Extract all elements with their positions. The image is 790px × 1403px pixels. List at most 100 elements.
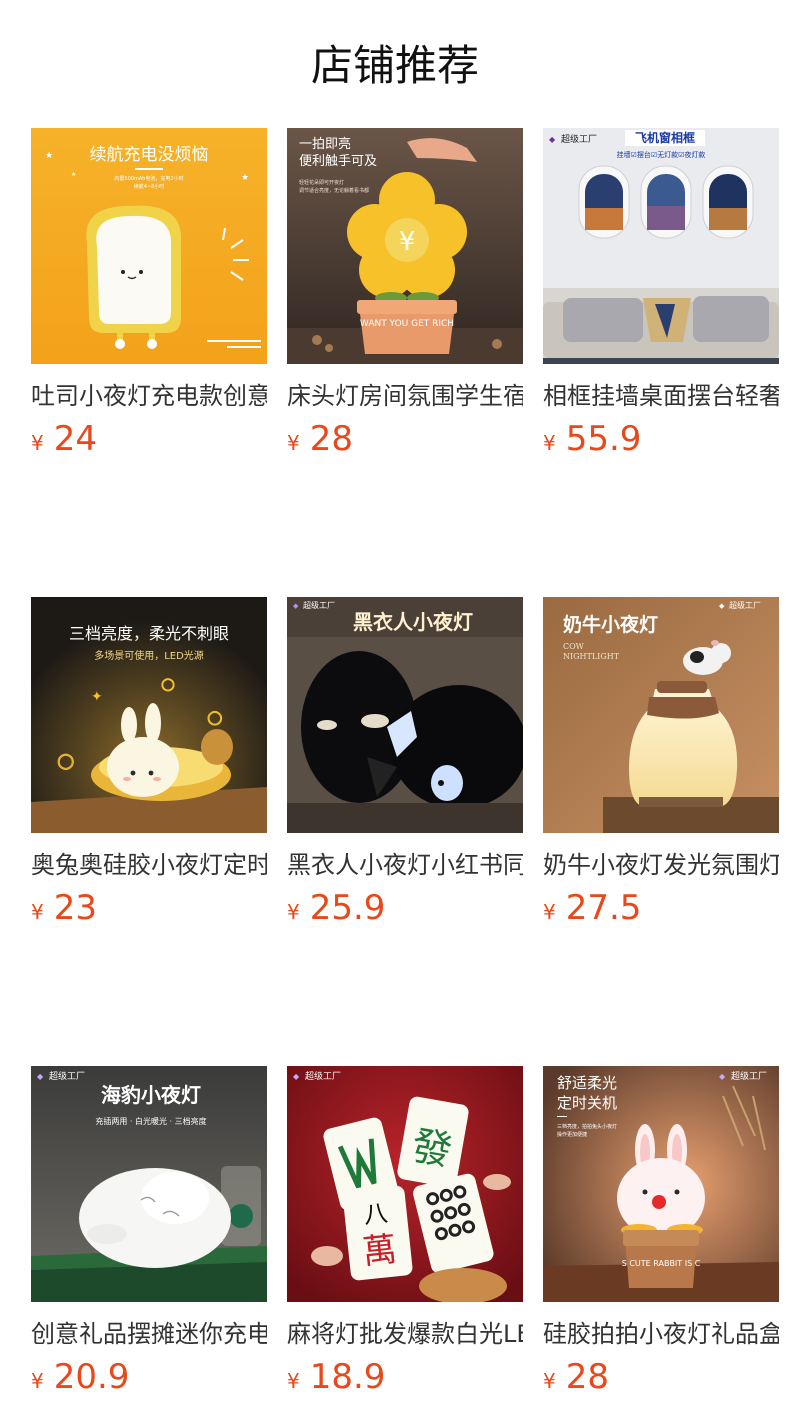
tile-text: 發 <box>408 1123 455 1175</box>
image-subtext: 内置500mAh电池，充电2小时 <box>114 175 183 182</box>
image-headline: 三档亮度，柔光不刺眼 <box>69 624 229 643</box>
image-headline: 黑衣人小夜灯 <box>353 610 473 634</box>
svg-text:○: ○ <box>207 707 223 728</box>
currency-symbol: ¥ <box>543 431 556 455</box>
image-subtext: 操作更加便捷 <box>557 1131 587 1138</box>
product-name[interactable]: 床头灯房间氛围学生宿舍 <box>287 381 523 411</box>
tile-text: 萬 <box>361 1229 399 1272</box>
product-image[interactable]: ◆ 超级工厂 發 八 萬 <box>287 1066 523 1302</box>
image-symbol: ¥ <box>399 227 416 257</box>
product-image[interactable]: ◆ 超级工厂 奶牛小夜灯 COW NIGHTLIGHT <box>543 597 779 833</box>
image-headline: 续航充电没烦恼 <box>90 145 209 165</box>
gem-icon: ◆ <box>293 602 299 610</box>
product-price: ¥28 <box>543 1357 779 1403</box>
gem-icon: ◆ <box>719 1072 726 1081</box>
tile-text: 八 <box>362 1199 389 1229</box>
product-image[interactable]: 三档亮度，柔光不刺眼 多场景可使用，LED光源 ✦ ○ ○ ○ <box>31 597 267 833</box>
brand-label: 超级工厂 <box>303 600 335 610</box>
currency-symbol: ¥ <box>31 431 44 455</box>
product-price: ¥28 <box>287 419 523 465</box>
product-name[interactable]: 奶牛小夜灯发光氛围灯 <box>543 850 779 880</box>
price-value: 20.9 <box>53 1357 130 1397</box>
product-grid: 续航充电没烦恼 内置500mAh电池，充电2小时 续航4~8小时 ★ ★ ★ 吐… <box>31 128 779 1403</box>
price-value: 55.9 <box>565 419 642 459</box>
product-name[interactable]: 相框挂墙桌面摆台轻奢 <box>543 381 779 411</box>
product-image[interactable]: ◆ 超级工厂 黑衣人小夜灯 <box>287 597 523 833</box>
svg-text:○: ○ <box>161 674 175 693</box>
price-value: 27.5 <box>565 888 642 928</box>
product-card[interactable]: ◆ 超级工厂 飞机窗相框 挂墙☑摆台☑无灯款☑夜灯款 相框挂墙桌面摆台轻奢 ¥ … <box>543 128 779 465</box>
image-subtext: 调节适合亮度，无论躺着看书都 <box>299 187 369 194</box>
currency-symbol: ¥ <box>543 900 556 924</box>
image-subtext: 续航4~8小时 <box>134 183 165 190</box>
image-headline: 奶牛小夜灯 <box>563 613 658 636</box>
image-text: 舒适柔光 <box>557 1074 617 1092</box>
image-text: WANT YOU GET RICH <box>360 319 454 329</box>
product-price: ¥24 <box>31 419 267 465</box>
gem-icon: ◆ <box>549 135 556 144</box>
product-price: ¥27.5 <box>543 888 779 934</box>
product-card[interactable]: ◆ 超级工厂 舒适柔光 定时关机 三档亮度，拍拍兔头小夜灯 操作更加便捷 S C… <box>543 1066 779 1403</box>
product-card[interactable]: ◆ 超级工厂 海豹小夜灯 充插两用 · 白光暖光 · 三档亮度 创意礼品摆摊迷你… <box>31 1066 267 1403</box>
image-subtext: 挂墙☑摆台☑无灯款☑夜灯款 <box>617 150 706 159</box>
image-subtext: COW <box>563 642 585 651</box>
price-value: 28 <box>565 1357 609 1397</box>
brand-label: 超级工厂 <box>731 1070 767 1082</box>
product-card[interactable]: 三档亮度，柔光不刺眼 多场景可使用，LED光源 ✦ ○ ○ ○ 奥兔奥硅胶小夜灯… <box>31 597 267 934</box>
price-value: 28 <box>309 419 353 459</box>
product-price: ¥25.9 <box>287 888 523 934</box>
svg-text:★: ★ <box>71 171 76 178</box>
currency-symbol: ¥ <box>287 900 300 924</box>
product-name[interactable]: 黑衣人小夜灯小红书同款 <box>287 850 523 880</box>
currency-symbol: ¥ <box>543 1369 556 1393</box>
product-price: ¥23 <box>31 888 267 934</box>
product-image[interactable]: 一拍即亮 便利触手可及 轻轻花朵即可开夜灯 调节适合亮度，无论躺着看书都 ¥ W… <box>287 128 523 364</box>
image-subtext: 充插两用 · 白光暖光 · 三档亮度 <box>95 1116 206 1126</box>
currency-symbol: ¥ <box>287 1369 300 1393</box>
product-card[interactable]: 续航充电没烦恼 内置500mAh电池，充电2小时 续航4~8小时 ★ ★ ★ 吐… <box>31 128 267 465</box>
product-card[interactable]: 一拍即亮 便利触手可及 轻轻花朵即可开夜灯 调节适合亮度，无论躺着看书都 ¥ W… <box>287 128 523 465</box>
currency-symbol: ¥ <box>31 1369 44 1393</box>
section-title: 店铺推荐 <box>310 41 479 90</box>
product-name[interactable]: 硅胶拍拍小夜灯礼品盒 <box>543 1319 779 1349</box>
image-subtext: 多场景可使用，LED光源 <box>94 649 204 662</box>
svg-text:✦: ✦ <box>91 689 103 705</box>
product-card[interactable]: ◆ 超级工厂 發 八 萬 麻将灯批发爆款白光L ¥ 18.9 <box>287 1066 523 1403</box>
price-value: 18.9 <box>309 1357 386 1397</box>
product-price: ¥55.9 <box>543 419 779 465</box>
gem-icon: ◆ <box>37 1072 44 1081</box>
product-card[interactable]: ◆ 超级工厂 黑衣人小夜灯 黑衣人小夜灯小红书同款 ¥25.9 <box>287 597 523 934</box>
image-headline: 海豹小夜灯 <box>101 1083 201 1107</box>
brand-label: 超级工厂 <box>49 1070 85 1082</box>
currency-symbol: ¥ <box>31 900 44 924</box>
product-name[interactable]: 吐司小夜灯充电款创意 <box>31 381 267 411</box>
gem-icon: ◆ <box>719 602 725 610</box>
product-name[interactable]: 奥兔奥硅胶小夜灯定时 <box>31 850 267 880</box>
product-image[interactable]: ◆ 超级工厂 飞机窗相框 挂墙☑摆台☑无灯款☑夜灯款 <box>543 128 779 364</box>
brand-label: 超级工厂 <box>305 1070 341 1082</box>
brand-label: 超级工厂 <box>729 600 761 610</box>
svg-text:★: ★ <box>241 173 249 183</box>
product-price: ¥20.9 <box>31 1357 267 1403</box>
image-subtext: NIGHTLIGHT <box>563 652 620 661</box>
image-subtext: 轻轻花朵即可开夜灯 <box>299 179 344 186</box>
image-title: 飞机窗相框 <box>635 130 695 145</box>
product-card[interactable]: ◆ 超级工厂 奶牛小夜灯 COW NIGHTLIGHT 奶牛小夜灯发光氛围灯 ¥… <box>543 597 779 934</box>
product-image[interactable]: ◆ 超级工厂 海豹小夜灯 充插两用 · 白光暖光 · 三档亮度 <box>31 1066 267 1302</box>
product-name[interactable]: 麻将灯批发爆款白光LED <box>287 1319 523 1349</box>
image-text: 定时关机 <box>557 1094 617 1112</box>
product-image[interactable]: ◆ 超级工厂 舒适柔光 定时关机 三档亮度，拍拍兔头小夜灯 操作更加便捷 S C… <box>543 1066 779 1302</box>
price-value: 24 <box>53 419 97 459</box>
product-price: ¥18.9 <box>287 1357 523 1403</box>
product-image[interactable]: 续航充电没烦恼 内置500mAh电池，充电2小时 续航4~8小时 ★ ★ ★ <box>31 128 267 364</box>
svg-text:○: ○ <box>57 748 74 772</box>
image-text: 便利触手可及 <box>299 154 377 169</box>
product-name[interactable]: 创意礼品摆摊迷你充电 <box>31 1319 267 1349</box>
image-text: 一拍即亮 <box>299 136 351 152</box>
price-value: 23 <box>53 888 97 928</box>
gem-icon: ◆ <box>293 1072 300 1081</box>
price-value: 25.9 <box>309 888 386 928</box>
currency-symbol: ¥ <box>287 431 300 455</box>
image-subtext: 三档亮度，拍拍兔头小夜灯 <box>557 1123 617 1130</box>
brand-label: 超级工厂 <box>561 133 597 145</box>
